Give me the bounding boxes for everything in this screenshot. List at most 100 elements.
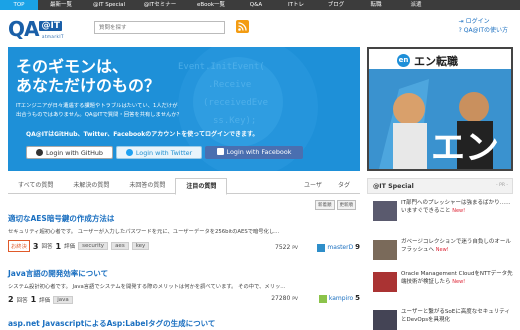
login-facebook-button[interactable]: Login with Facebook	[205, 146, 303, 159]
tab-featured-questions[interactable]: 注目の質問	[175, 178, 228, 195]
question-title[interactable]: asp.net JavascriptによるAsp:Labelタグの生成について	[8, 318, 360, 329]
tab-users[interactable]: ユーザ	[304, 178, 322, 193]
question-title[interactable]: Java言語の開発効率について	[8, 268, 360, 279]
hero-title-line1: そのギモンは、	[16, 57, 129, 76]
facebook-button-label: Login with Facebook	[226, 148, 292, 156]
question-item: asp.net JavascriptによるAsp:Labelタグの生成について	[8, 318, 360, 329]
site-header: QA @IT atmarkIT ⇥ ログイン ? QA@ITの使い方	[0, 10, 520, 47]
nav-item-seminar[interactable]: @ITセミナー	[134, 0, 186, 10]
avatar	[317, 243, 326, 252]
special-item-text: ガベージコレクションで迷う自負しのオールフラッシュへ New!	[401, 238, 515, 254]
rating-count: 1	[55, 241, 62, 251]
login-twitter-button[interactable]: Login with Twitter	[116, 146, 202, 159]
special-item-thumbnail	[373, 272, 397, 292]
new-badge: New!	[435, 247, 449, 253]
twitter-icon	[125, 148, 133, 156]
login-link-label: ログイン	[465, 18, 490, 25]
user-name: kampiro	[328, 295, 354, 302]
nav-item-ebook[interactable]: eBook一覧	[186, 0, 236, 10]
sort-buttons: 新着順 更新順	[315, 200, 356, 210]
special-item-title: ガベージコレクションで迷う自負しのオールフラッシュへ	[401, 239, 511, 253]
special-item-text: IT部門へのプレッシャーは強まるばかり……いますぐできること New!	[401, 199, 515, 215]
hero-title: そのギモンは、 あなただけのもの？	[16, 57, 160, 95]
ad-illustration: エン	[369, 69, 511, 169]
new-badge: New!	[452, 279, 466, 285]
special-item-thumbnail	[373, 310, 397, 330]
ad-banner[interactable]: en エン転職 エン	[367, 47, 513, 171]
tag-security[interactable]: security	[78, 242, 109, 250]
search-input[interactable]	[94, 21, 225, 34]
view-count: 7522 PV	[275, 244, 298, 251]
question-user[interactable]: kampiro 5	[318, 294, 360, 303]
special-item-thumbnail	[373, 201, 397, 221]
view-count-unit: PV	[292, 246, 298, 251]
login-github-button[interactable]: Login with GitHub	[26, 146, 113, 159]
tab-unsolved-questions[interactable]: 未解決の質問	[63, 178, 119, 193]
special-item-text: Oracle Management CloudをNTTデータ先端技術が検証したら…	[401, 270, 515, 286]
user-score: 9	[355, 243, 360, 251]
rss-icon[interactable]	[236, 20, 249, 33]
view-count-unit: PV	[292, 297, 298, 302]
answer-count: 2	[8, 295, 14, 304]
answer-count: 3	[32, 241, 39, 251]
github-icon	[35, 148, 43, 156]
login-link[interactable]: ⇥ ログイン	[459, 17, 508, 26]
question-meta: お終決 3 回答 1 評価 security aes key	[8, 240, 360, 252]
rating-count: 1	[30, 295, 37, 304]
question-meta: 2 回答 1 評価 java	[8, 295, 360, 304]
nav-item-special[interactable]: @IT Special	[84, 0, 134, 10]
howto-link[interactable]: ? QA@ITの使い方	[459, 26, 508, 35]
question-item: 適切なAES暗号鍵の作成方法は セキュリティ超初心者です。 ユーザーが入力したパ…	[8, 213, 360, 252]
sort-new-button[interactable]: 新着順	[315, 200, 335, 210]
nav-item-blog[interactable]: ブログ	[316, 0, 356, 10]
tag-key[interactable]: key	[131, 242, 150, 250]
question-title[interactable]: 適切なAES暗号鍵の作成方法は	[8, 213, 360, 224]
special-item[interactable]: IT部門へのプレッシャーは強まるばかり……いますぐできること New!	[373, 199, 513, 225]
tab-unanswered-questions[interactable]: 未回答の質問	[119, 178, 175, 193]
question-item: Java言語の開発効率について システム設計初心者です。 Java言語でシステム…	[8, 268, 360, 304]
special-item[interactable]: Oracle Management CloudをNTTデータ先端技術が検証したら…	[373, 270, 513, 296]
ad-title: エン転職	[414, 55, 458, 68]
tag-java[interactable]: java	[53, 295, 73, 304]
question-tabs: すべての質問 未解決の質問 未回答の質問 注目の質問 ユーザ タグ	[8, 178, 360, 195]
site-logo[interactable]: QA @IT atmarkIT	[8, 17, 63, 41]
hero-desc-line1: ITエンジニアが日々遭遇する課題やトラブルはたいてい、1人だけが	[16, 103, 178, 109]
logo-qa-text: QA	[8, 17, 40, 41]
nav-item-latest[interactable]: 最新一覧	[38, 0, 84, 10]
rating-label: 評価	[39, 297, 51, 304]
nav-item-ittore[interactable]: ITトレ	[276, 0, 316, 10]
tag-aes[interactable]: aes	[111, 242, 129, 250]
question-user[interactable]: masterD 9	[317, 243, 360, 252]
user-links: ⇥ ログイン ? QA@ITの使い方	[459, 17, 508, 35]
ad-logo: en	[397, 54, 410, 67]
login-icon: ⇥	[458, 18, 466, 25]
special-item[interactable]: ガベージコレクションで迷う自負しのオールフラッシュへ New!	[373, 238, 513, 264]
answer-count-label: 回答	[16, 297, 28, 304]
avatar	[318, 294, 327, 303]
sort-updated-button[interactable]: 更新順	[336, 200, 356, 210]
view-count-value: 7522	[275, 244, 291, 251]
special-pr: - PR -	[496, 183, 508, 188]
svg-text:エン: エン	[431, 128, 499, 168]
special-title: @IT Special	[373, 183, 414, 190]
hero-title-line2: あなただけのもの？	[16, 76, 161, 95]
nav-item-jobs[interactable]: 転職	[356, 0, 396, 10]
hero-desc-line2: 出合うものではありません。QA@ITで質問・回答を共有しませんか？	[16, 112, 182, 118]
svg-text:Event.InitEvent(: Event.InitEvent(	[178, 62, 265, 72]
question-excerpt: システム設計初心者です。 Java言語でシステムを開発する際のメリットは何かを調…	[8, 284, 286, 290]
special-item[interactable]: ユーザーと繋がるSoEに高度なセキュリティとDevOpsを具現化	[373, 308, 513, 330]
nav-item-haken[interactable]: 派遣	[396, 0, 436, 10]
user-name: masterD	[327, 244, 354, 251]
special-item-title: ユーザーと繋がるSoEに高度なセキュリティとDevOpsを具現化	[401, 309, 510, 323]
tab-all-questions[interactable]: すべての質問	[8, 178, 63, 193]
answer-count-label: 回答	[41, 244, 53, 250]
tab-tags[interactable]: タグ	[338, 178, 350, 193]
user-score: 5	[355, 294, 360, 302]
nav-item-top[interactable]: TOP	[0, 0, 38, 10]
status-badge: お終決	[8, 240, 30, 252]
nav-item-qa[interactable]: Q&A	[236, 0, 276, 10]
howto-link-label: QA@ITの使い方	[463, 27, 508, 34]
hero-description: ITエンジニアが日々遭遇する課題やトラブルはたいてい、1人だけが 出合うものでは…	[16, 102, 276, 120]
top-navigation: TOP 最新一覧 @IT Special @ITセミナー eBook一覧 Q&A…	[0, 0, 520, 10]
hero-banner: Event.InitEvent( .Receive (receivedEve s…	[8, 47, 360, 171]
